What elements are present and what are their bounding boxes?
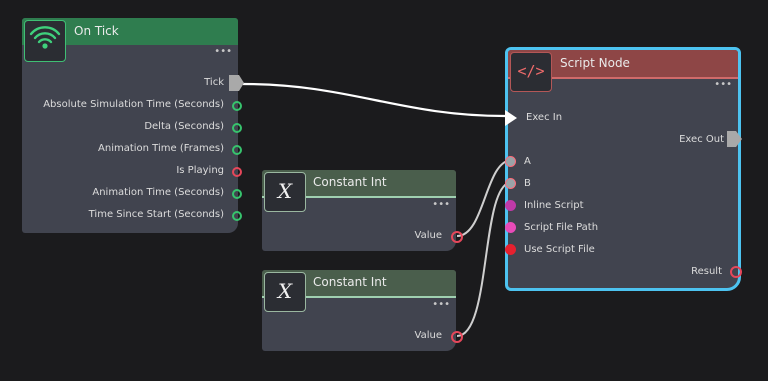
- constant-int-node-2[interactable]: X Constant Int ••• Value: [262, 270, 463, 351]
- exec-out-pin[interactable]: [727, 130, 743, 148]
- constant-int-1-title: Constant Int: [313, 175, 387, 189]
- input-label-script-file-path: Script File Path: [524, 222, 599, 233]
- input-label-use-script-file: Use Script File: [524, 244, 595, 255]
- constant-int-1-icon-box: X: [264, 172, 306, 212]
- output-pin-anim-frames[interactable]: [232, 145, 242, 155]
- constant-int-1-value-pin[interactable]: [451, 231, 463, 243]
- constant-int-2-value-label: Value: [414, 330, 442, 341]
- output-label-delta: Delta (Seconds): [144, 121, 224, 132]
- on-tick-icon-box: [24, 20, 66, 62]
- code-icon: </>: [517, 62, 545, 80]
- output-pin-delta[interactable]: [232, 123, 242, 133]
- script-node-title: Script Node: [560, 56, 630, 70]
- output-pin-is-playing[interactable]: [232, 167, 242, 177]
- on-tick-title: On Tick: [74, 24, 119, 38]
- script-icon-box: </>: [510, 52, 552, 92]
- output-pin-time-since-start[interactable]: [232, 211, 242, 221]
- input-label-a: A: [524, 156, 531, 167]
- script-node[interactable]: </> Script Node ••• Exec In Exec Out A B…: [505, 47, 743, 291]
- constant-int-2-value-pin[interactable]: [451, 331, 463, 343]
- exec-in-pin[interactable]: [505, 110, 519, 126]
- output-label-is-playing: Is Playing: [176, 165, 224, 176]
- constant-int-2-icon-box: X: [264, 272, 306, 312]
- constant-int-1-menu-button[interactable]: •••: [432, 199, 450, 210]
- on-tick-node[interactable]: On Tick ••• Tick Absolute Simulation Tim…: [22, 18, 244, 233]
- tick-label: Tick: [204, 77, 224, 88]
- variable-x-icon: X: [277, 179, 293, 203]
- variable-x-icon: X: [277, 279, 293, 303]
- output-label-time-since-start: Time Since Start (Seconds): [88, 209, 224, 220]
- input-label-inline-script: Inline Script: [524, 200, 584, 211]
- constant-int-node-1[interactable]: X Constant Int ••• Value: [262, 170, 463, 251]
- result-pin[interactable]: [730, 266, 742, 278]
- output-pin-anim-seconds[interactable]: [232, 189, 242, 199]
- input-label-b: B: [524, 178, 531, 189]
- broadcast-icon: [29, 26, 61, 49]
- exec-wire: [242, 82, 506, 118]
- output-label-anim-seconds: Animation Time (Seconds): [92, 187, 224, 198]
- node-graph-canvas[interactable]: On Tick ••• Tick Absolute Simulation Tim…: [0, 0, 768, 381]
- on-tick-menu-button[interactable]: •••: [214, 46, 232, 57]
- output-pin-abs-sim-time[interactable]: [232, 101, 242, 111]
- script-node-menu-button[interactable]: •••: [714, 79, 732, 90]
- constant-int-1-value-label: Value: [414, 230, 442, 241]
- output-label-abs-sim-time: Absolute Simulation Time (Seconds): [43, 99, 224, 110]
- constant-int-2-menu-button[interactable]: •••: [432, 299, 450, 310]
- value-wire-b: [456, 181, 513, 337]
- input-pin-inline-script[interactable]: [505, 200, 516, 211]
- output-label-anim-frames: Animation Time (Frames): [98, 143, 224, 154]
- input-pin-a[interactable]: [505, 156, 516, 167]
- input-pin-b[interactable]: [505, 178, 516, 189]
- constant-int-2-title: Constant Int: [313, 275, 387, 289]
- input-pin-script-file-path[interactable]: [505, 222, 516, 233]
- exec-out-label: Exec Out: [679, 134, 724, 145]
- input-pin-use-script-file[interactable]: [505, 244, 516, 255]
- tick-exec-pin[interactable]: [228, 74, 246, 92]
- result-label: Result: [691, 266, 722, 277]
- exec-in-label: Exec In: [526, 112, 563, 123]
- value-wire-a: [456, 159, 513, 237]
